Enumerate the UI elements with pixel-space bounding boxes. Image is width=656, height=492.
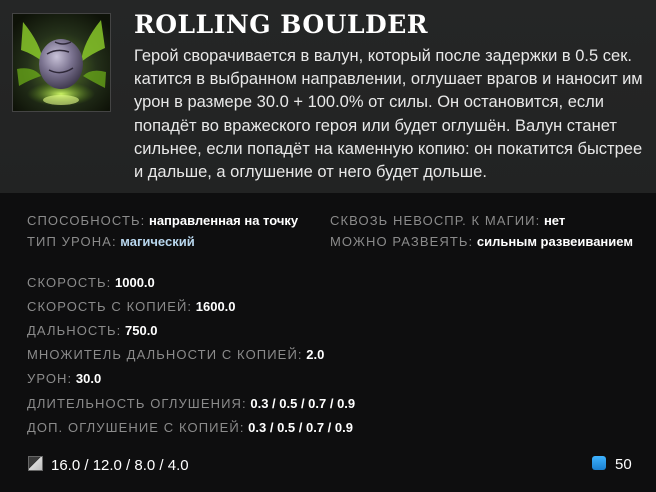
stat-value: 2.0	[306, 347, 325, 362]
attribute-value: нет	[543, 213, 566, 228]
stat-row: УРОН: 30.0	[27, 371, 101, 386]
attribute-label: СПОСОБНОСТЬ:	[27, 213, 146, 228]
stat-row: СКОРОСТЬ: 1000.0	[27, 275, 155, 290]
stat-label: УРОН:	[27, 371, 73, 386]
mana-icon	[592, 456, 606, 470]
stat-row: СКОРОСТЬ С КОПИЕЙ: 1600.0	[27, 299, 236, 314]
cooldown-value: 16.0 / 12.0 / 8.0 / 4.0	[51, 457, 189, 474]
stat-label: ДАЛЬНОСТЬ:	[27, 323, 122, 338]
attribute-spell-immunity: СКВОЗЬ НЕВОСПР. К МАГИИ: нет	[330, 213, 565, 228]
stat-value: 30.0	[75, 371, 102, 386]
stat-row: ДЛИТЕЛЬНОСТЬ ОГЛУШЕНИЯ: 0.3 / 0.5 / 0.7 …	[27, 396, 355, 411]
ability-description: Герой сворачивается в валун, который пос…	[134, 47, 643, 182]
tooltip-header: ROLLING BOULDER Герой сворачивается в ва…	[0, 0, 656, 193]
attribute-value: направленная на точку	[148, 213, 299, 228]
stat-value: 0.3 / 0.5 / 0.7 / 0.9	[250, 396, 356, 411]
stat-value: 750.0	[125, 323, 158, 338]
stat-row: ДОП. ОГЛУШЕНИЕ С КОПИЕЙ: 0.3 / 0.5 / 0.7…	[27, 420, 353, 435]
mana-cost-value: 50	[615, 456, 632, 473]
attribute-label: ТИП УРОНА:	[27, 234, 117, 249]
stat-label: ДОП. ОГЛУШЕНИЕ С КОПИЕЙ:	[27, 420, 245, 435]
stat-label: ДЛИТЕЛЬНОСТЬ ОГЛУШЕНИЯ:	[27, 396, 247, 411]
stat-row: ДАЛЬНОСТЬ: 750.0	[27, 323, 158, 338]
mana-cost: 50	[592, 456, 632, 473]
stat-value: 1600.0	[195, 299, 236, 314]
cooldown: 16.0 / 12.0 / 8.0 / 4.0	[28, 456, 189, 474]
stat-value: 1000.0	[115, 275, 155, 290]
attribute-value: сильным развеиванием	[476, 234, 633, 249]
attribute-dispellable: МОЖНО РАЗВЕЯТЬ: сильным развеиванием	[330, 234, 633, 249]
ability-tooltip: ROLLING BOULDER Герой сворачивается в ва…	[0, 0, 656, 492]
rolling-boulder-icon	[12, 13, 111, 112]
attribute-label: СКВОЗЬ НЕВОСПР. К МАГИИ:	[330, 213, 541, 228]
stat-label: СКОРОСТЬ:	[27, 275, 112, 290]
attribute-ability-type: СПОСОБНОСТЬ: направленная на точку	[27, 213, 298, 228]
stat-label: МНОЖИТЕЛЬ ДАЛЬНОСТИ С КОПИЕЙ:	[27, 347, 303, 362]
stat-label: СКОРОСТЬ С КОПИЕЙ:	[27, 299, 193, 314]
stat-row: МНОЖИТЕЛЬ ДАЛЬНОСТИ С КОПИЕЙ: 2.0	[27, 347, 324, 362]
attribute-damage-type: ТИП УРОНА: магический	[27, 234, 195, 249]
attribute-label: МОЖНО РАЗВЕЯТЬ:	[330, 234, 474, 249]
cooldown-icon	[28, 456, 43, 471]
stat-value: 0.3 / 0.5 / 0.7 / 0.9	[248, 420, 353, 435]
ability-title: ROLLING BOULDER	[134, 10, 429, 39]
attribute-value: магический	[120, 234, 195, 249]
